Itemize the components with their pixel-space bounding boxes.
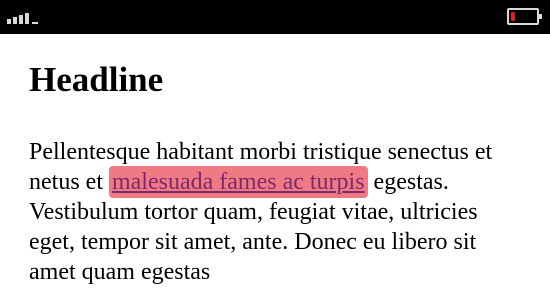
battery-icon: [507, 8, 542, 25]
headline: Headline: [29, 60, 164, 99]
status-bar: [0, 0, 550, 34]
article-link[interactable]: malesuada fames ac turpis: [108, 166, 368, 198]
article-paragraph: Pellentesque habitant morbi tristique se…: [29, 137, 525, 287]
signal-strength-icon: [7, 12, 47, 24]
battery-level: [511, 12, 515, 21]
battery-tip: [539, 14, 542, 19]
article: Headline Pellentesque habitant morbi tri…: [29, 34, 529, 287]
